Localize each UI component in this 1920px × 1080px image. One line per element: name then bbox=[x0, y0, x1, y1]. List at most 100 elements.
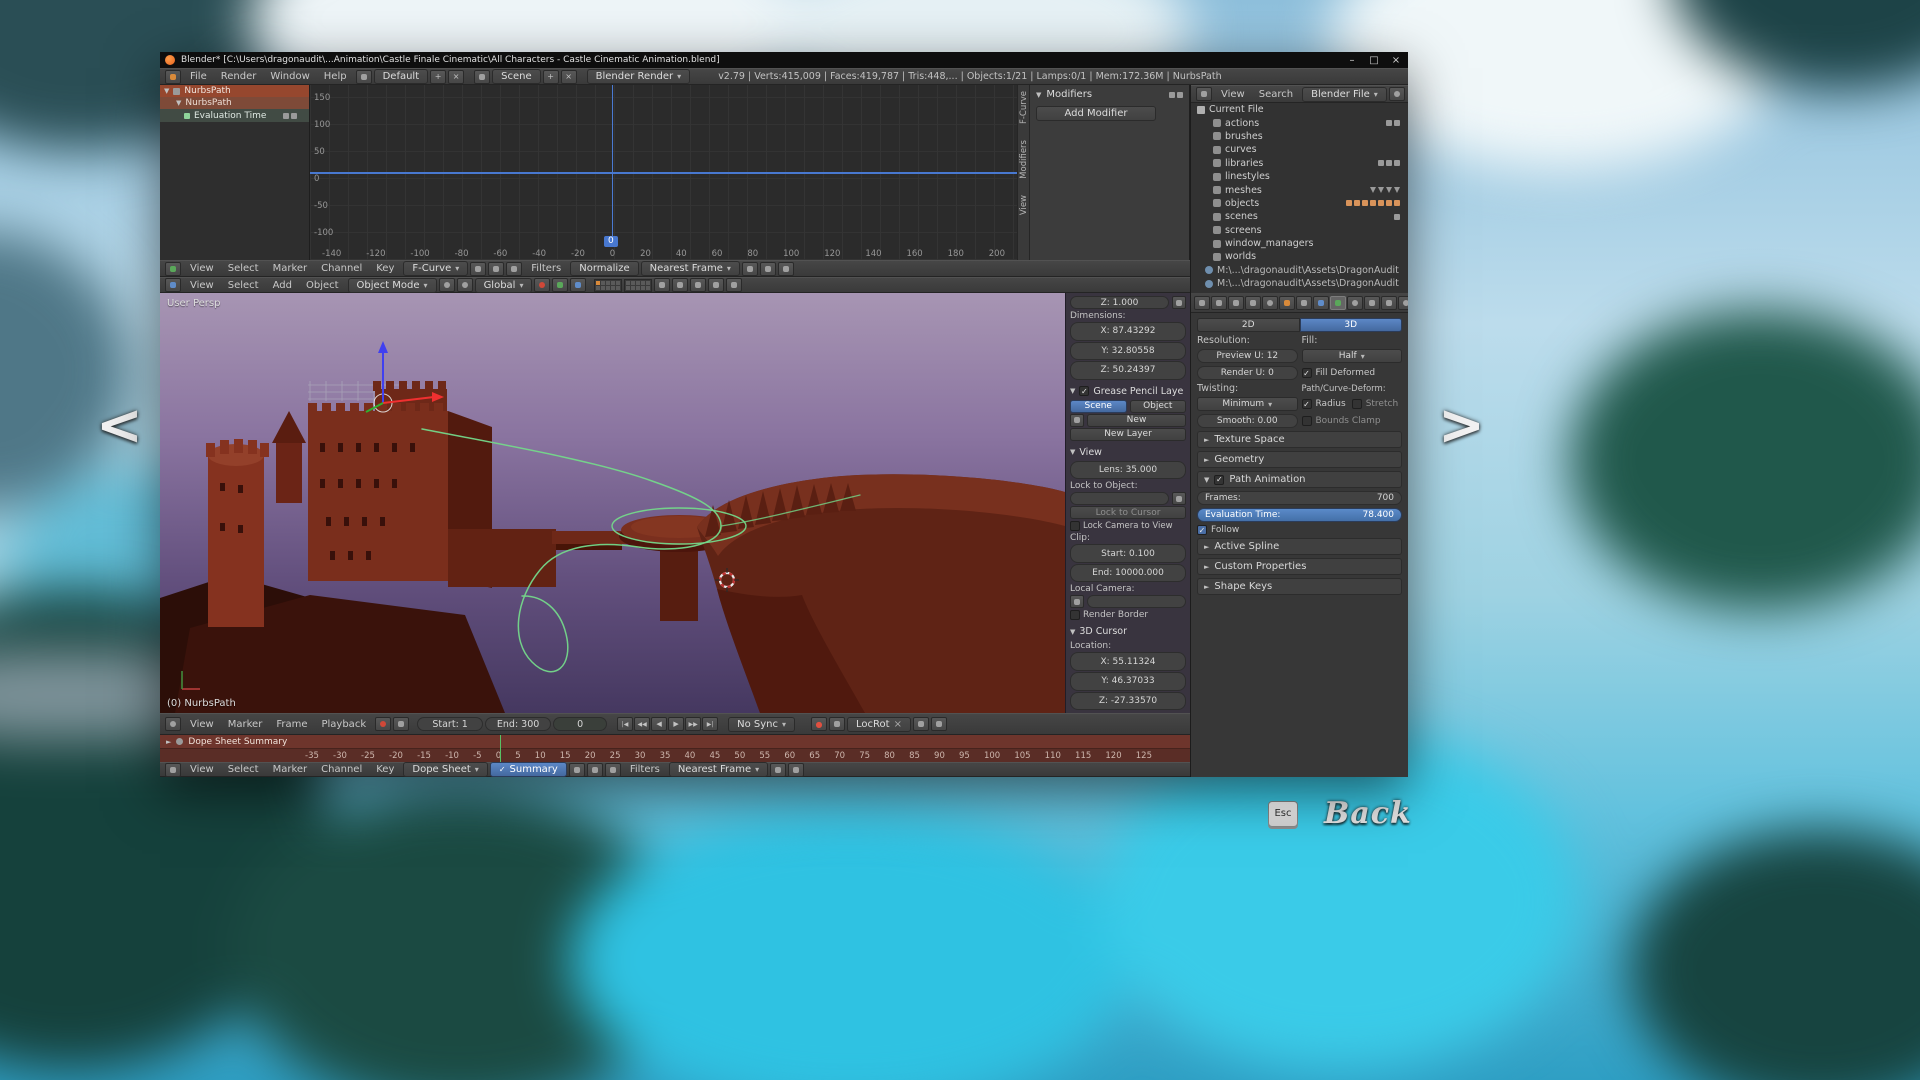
fill-deformed-checkbox[interactable]: ✓ bbox=[1302, 368, 1312, 378]
texture-tab-icon[interactable] bbox=[1364, 296, 1380, 310]
layer-grid-left[interactable] bbox=[594, 279, 622, 292]
menu-item[interactable]: File bbox=[183, 71, 214, 82]
lens-field[interactable]: Lens: 35.000 bbox=[1070, 461, 1186, 480]
gp-source-scene-button[interactable]: Scene bbox=[1070, 400, 1127, 413]
delete-keyframe-icon[interactable] bbox=[931, 717, 947, 731]
menu-item[interactable]: View bbox=[183, 263, 221, 274]
modifiers-panel-title[interactable]: Modifiers bbox=[1046, 89, 1092, 100]
filters-toggle[interactable]: Filters bbox=[524, 263, 568, 274]
menu-item[interactable]: View bbox=[183, 719, 221, 730]
modifiers-tab-icon[interactable] bbox=[1313, 296, 1329, 310]
menu-item[interactable]: Key bbox=[369, 263, 401, 274]
current-frame-line[interactable] bbox=[612, 85, 613, 247]
viewport-3d[interactable]: User Persp (0) NurbsPath bbox=[160, 293, 1065, 713]
next-arrow-button[interactable]: > bbox=[1438, 398, 1485, 454]
gp-new-layer-button[interactable]: New Layer bbox=[1070, 428, 1186, 441]
cursor-y-field[interactable]: Y: 46.37033 bbox=[1070, 672, 1186, 691]
scene-browse-icon[interactable] bbox=[474, 70, 490, 84]
opengl-render-anim-icon[interactable] bbox=[726, 278, 742, 292]
menu-item[interactable]: Marker bbox=[266, 764, 315, 775]
bounds-clamp-row[interactable]: Bounds Clamp bbox=[1302, 416, 1403, 426]
physics-tab-icon[interactable] bbox=[1398, 296, 1408, 310]
dimension-z-field[interactable]: Z: 50.24397 bbox=[1070, 361, 1186, 380]
menu-item[interactable]: Select bbox=[221, 764, 266, 775]
mode-dropdown[interactable]: Object Mode ▾ bbox=[348, 278, 437, 293]
next-keyframe-button[interactable]: ▶▶ bbox=[685, 717, 701, 731]
dope-snap-dropdown[interactable]: Nearest Frame ▾ bbox=[669, 762, 768, 777]
outliner-item-current-file[interactable]: Current File bbox=[1191, 103, 1408, 116]
fcurve-line[interactable] bbox=[310, 172, 1017, 174]
paste-keyframes-icon[interactable] bbox=[788, 763, 804, 777]
particles-tab-icon[interactable] bbox=[1381, 296, 1397, 310]
add-layout-button[interactable]: + bbox=[430, 70, 446, 84]
cursor-panel-header[interactable]: ▼ 3D Cursor bbox=[1070, 624, 1186, 639]
jump-to-start-button[interactable]: |◀ bbox=[617, 717, 633, 731]
outliner-item-window-managers[interactable]: window_managers bbox=[1191, 237, 1408, 250]
fill-deformed-row[interactable]: ✓Fill Deformed bbox=[1302, 368, 1403, 378]
menu-item[interactable]: Select bbox=[221, 280, 266, 291]
view-panel-header[interactable]: ▼ View bbox=[1070, 445, 1186, 460]
menu-item[interactable]: Marker bbox=[266, 263, 315, 274]
menu-item[interactable]: Channel bbox=[314, 764, 369, 775]
timeline-editor-icon[interactable] bbox=[165, 717, 181, 731]
menu-item[interactable]: Marker bbox=[221, 719, 270, 730]
render-border-row[interactable]: Render Border bbox=[1070, 609, 1186, 620]
curve-2d-button[interactable]: 2D bbox=[1197, 318, 1300, 332]
jump-to-end-button[interactable]: ▶| bbox=[702, 717, 718, 731]
custom-properties-panel-header[interactable]: ► Custom Properties bbox=[1197, 558, 1402, 575]
translate-manipulator-icon[interactable] bbox=[534, 278, 550, 292]
only-errors-icon[interactable] bbox=[506, 262, 522, 276]
frames-field[interactable]: Frames: 700 bbox=[1197, 491, 1402, 505]
follow-row[interactable]: ✓Follow bbox=[1197, 525, 1402, 535]
scene-selector[interactable]: Scene bbox=[492, 69, 541, 84]
esc-key[interactable]: Esc bbox=[1268, 801, 1298, 827]
clip-end-field[interactable]: End: 10000.000 bbox=[1070, 564, 1186, 583]
maximize-button[interactable]: □ bbox=[1367, 55, 1381, 66]
window-titlebar[interactable]: Blender* [C:\Users\dragonaudit\...Animat… bbox=[160, 52, 1408, 68]
menu-item[interactable]: Window bbox=[263, 71, 316, 82]
use-preview-range-icon[interactable] bbox=[375, 717, 391, 731]
scale-manipulator-icon[interactable] bbox=[570, 278, 586, 292]
lock-to-scene-icon[interactable] bbox=[654, 278, 670, 292]
sidebar-tab[interactable]: Modifiers bbox=[1019, 140, 1029, 179]
menu-item[interactable]: Playback bbox=[314, 719, 373, 730]
menu-item[interactable]: Search bbox=[1252, 89, 1300, 100]
keying-set-clear[interactable]: × bbox=[894, 719, 902, 730]
render-layers-tab-icon[interactable] bbox=[1228, 296, 1244, 310]
minimize-button[interactable]: – bbox=[1345, 55, 1359, 66]
menu-item[interactable]: Key bbox=[369, 764, 401, 775]
grease-pencil-panel-header[interactable]: ▼ ✓ Grease Pencil Laye bbox=[1070, 384, 1186, 399]
delete-layout-button[interactable]: × bbox=[448, 70, 464, 84]
preview-u-field[interactable]: Preview U: 12 bbox=[1197, 349, 1298, 363]
local-camera-selector[interactable] bbox=[1087, 595, 1186, 608]
render-border-checkbox[interactable] bbox=[1070, 610, 1080, 620]
gp-source-object-button[interactable]: Object bbox=[1130, 400, 1187, 413]
properties-editor-icon[interactable] bbox=[1194, 296, 1210, 310]
bounds-clamp-checkbox[interactable] bbox=[1302, 416, 1312, 426]
paste-keyframes-icon[interactable] bbox=[760, 262, 776, 276]
outliner-editor-icon[interactable] bbox=[1196, 87, 1212, 101]
menu-item[interactable]: Help bbox=[317, 71, 354, 82]
layer-grid-right[interactable] bbox=[624, 279, 652, 292]
ghost-curves-icon[interactable] bbox=[778, 262, 794, 276]
normalize-toggle[interactable]: Normalize bbox=[570, 261, 638, 276]
clipboard-icon[interactable] bbox=[1172, 296, 1186, 309]
cursor-z-field[interactable]: Z: -27.33570 bbox=[1070, 692, 1186, 711]
lock-camera-checkbox[interactable] bbox=[1070, 521, 1080, 531]
edit-icon[interactable] bbox=[1172, 492, 1186, 505]
texture-space-panel-header[interactable]: ► Texture Space bbox=[1197, 431, 1402, 448]
menu-item[interactable]: Frame bbox=[269, 719, 314, 730]
keying-set-dropdown[interactable]: LocRot × bbox=[847, 717, 911, 732]
follow-checkbox[interactable]: ✓ bbox=[1197, 525, 1207, 535]
outliner-item-scenes[interactable]: scenes bbox=[1191, 210, 1408, 223]
dope-current-frame-line[interactable] bbox=[500, 735, 501, 762]
render-engine-selector[interactable]: Blender Render ▾ bbox=[587, 69, 691, 84]
frame-start-field[interactable]: Start: 1 bbox=[417, 717, 483, 731]
outliner-library-path[interactable]: M:\...\dragonaudit\Assets\DragonAudit bbox=[1191, 277, 1408, 290]
snap-mode-dropdown[interactable]: Nearest Frame ▾ bbox=[641, 261, 740, 276]
frame-end-field[interactable]: End: 300 bbox=[485, 717, 551, 731]
pivot-point-dropdown[interactable] bbox=[457, 278, 473, 292]
radius-row[interactable]: ✓Radius bbox=[1302, 399, 1346, 409]
current-frame-field[interactable]: 0 bbox=[553, 717, 607, 731]
evaluation-time-slider[interactable]: Evaluation Time: 78.400 bbox=[1197, 508, 1402, 522]
